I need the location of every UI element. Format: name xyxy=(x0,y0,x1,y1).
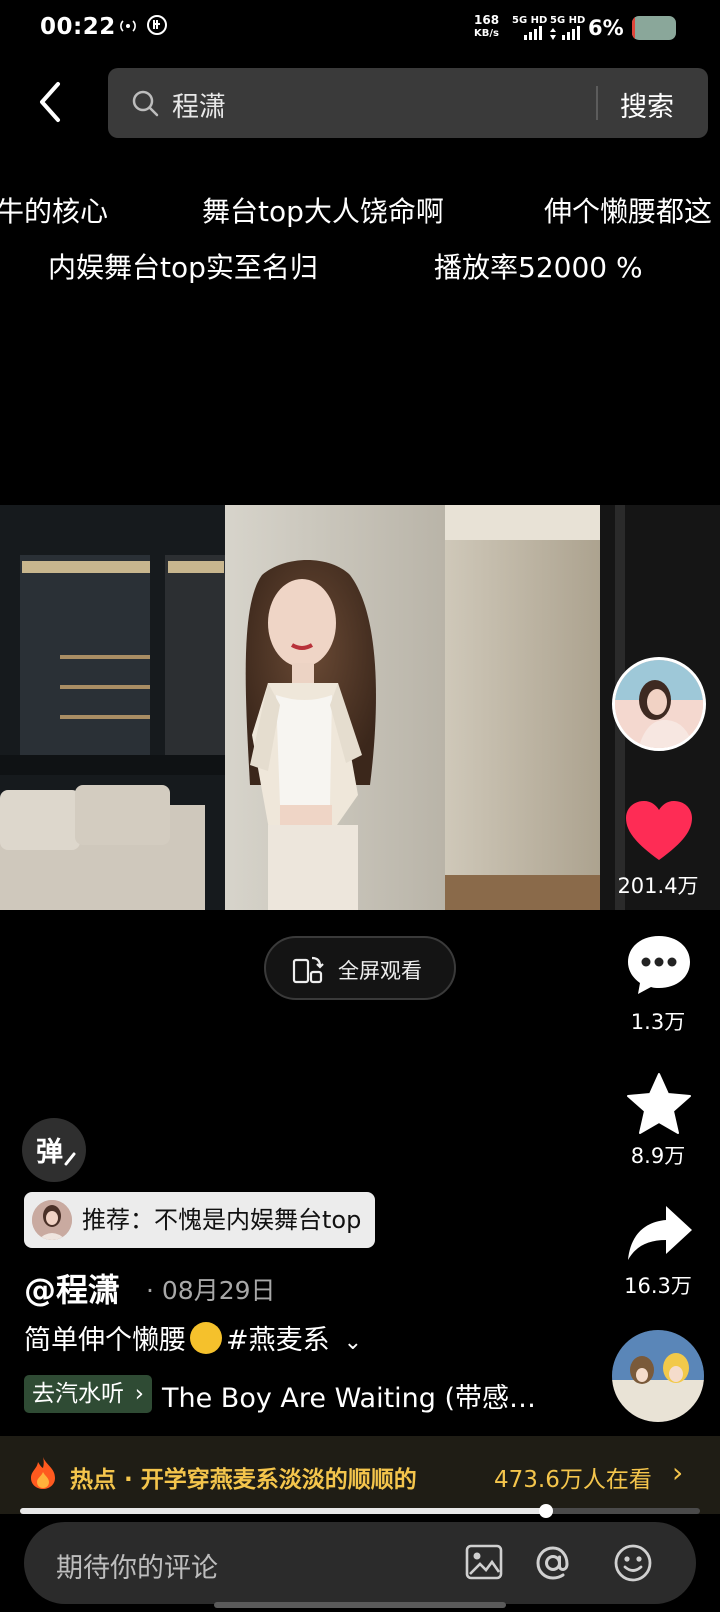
danmaku-item: 伸个懒腰都这 xyxy=(544,195,713,228)
progress-fill xyxy=(20,1508,547,1514)
like-count: 201.4万 xyxy=(617,874,699,898)
status-time: 00:22 xyxy=(40,14,116,40)
hotspot-icon xyxy=(118,18,138,38)
image-icon[interactable] xyxy=(464,1542,504,1582)
post-date: · 08月29日 xyxy=(146,1276,276,1305)
battery-icon xyxy=(632,16,676,40)
music-cover-image xyxy=(612,1330,704,1422)
author-name[interactable]: @程潇 xyxy=(24,1265,120,1311)
sim2-signal-icon: 5G HD xyxy=(550,15,585,43)
back-button[interactable] xyxy=(34,80,68,124)
search-divider xyxy=(596,86,598,120)
post-description[interactable]: 简单伸个懒腰 #燕麦系 ⌄ xyxy=(24,1318,362,1357)
chevron-right-icon: › xyxy=(134,1381,144,1407)
music-app-label: 去汽水听 xyxy=(32,1381,124,1407)
slash-icon xyxy=(64,1152,76,1166)
fullscreen-label: 全屏观看 xyxy=(338,959,422,983)
recommend-pill[interactable]: 推荐：不愧是内娱舞台top xyxy=(24,1192,376,1248)
danmaku-item: 内娱舞台top实至名归 xyxy=(48,251,318,284)
share-arrow-icon xyxy=(628,1206,692,1260)
comment-icon xyxy=(628,936,690,994)
music-disc[interactable] xyxy=(612,1330,704,1422)
progress-knob[interactable] xyxy=(539,1504,554,1518)
like-button[interactable] xyxy=(624,800,694,868)
hot-topic-viewers: 473.6万人在看 xyxy=(494,1467,652,1493)
recommend-text: 推荐：不愧是内娱舞台top xyxy=(82,1206,362,1234)
expand-chevron-icon[interactable]: ⌄ xyxy=(344,1330,362,1355)
hot-topic-label: 热点 · 开学穿燕麦系淡淡的顺顺的 xyxy=(70,1467,417,1493)
danmaku-toggle-button[interactable]: 弹 xyxy=(22,1118,86,1182)
yawn-emoji-icon xyxy=(190,1322,222,1354)
danmaku-toggle-label: 弹 xyxy=(36,1137,63,1168)
mention-icon[interactable] xyxy=(532,1542,574,1584)
comment-placeholder[interactable]: 期待你的评论 xyxy=(56,1546,218,1585)
hot-topic-chevron-icon: › xyxy=(672,1456,684,1489)
favorite-button[interactable] xyxy=(626,1072,692,1140)
hashtag[interactable]: #燕麦系 xyxy=(226,1325,330,1356)
battery-percent: 6% xyxy=(588,16,624,40)
search-button[interactable]: 搜索 xyxy=(620,85,674,124)
search-box[interactable]: 程潇 搜索 xyxy=(108,68,708,138)
comment-button[interactable] xyxy=(626,934,692,1000)
music-title: The Boy Are Waiting (带感… xyxy=(162,1383,537,1414)
rotate-screen-icon xyxy=(292,956,324,984)
author-avatar[interactable] xyxy=(612,657,706,751)
flame-icon xyxy=(31,1457,55,1489)
recommend-thumbnail xyxy=(32,1200,72,1240)
emoji-icon[interactable] xyxy=(612,1542,654,1584)
chevron-left-icon xyxy=(40,82,60,122)
description-text: 简单伸个懒腰 xyxy=(24,1325,186,1356)
share-button[interactable] xyxy=(626,1204,694,1266)
home-indicator[interactable] xyxy=(214,1602,506,1608)
search-icon xyxy=(132,90,159,117)
video-progress-bar[interactable] xyxy=(20,1504,700,1518)
favorite-count: 8.9万 xyxy=(630,1144,686,1168)
danmaku-item: 播放率52000 % xyxy=(434,251,643,284)
heart-icon xyxy=(626,801,692,860)
danmaku-item: 舞台top大人饶命啊 xyxy=(202,195,444,228)
search-input[interactable]: 程潇 xyxy=(172,85,226,124)
fullscreen-button[interactable]: 全屏观看 xyxy=(264,936,456,1000)
network-speed: 168 KB/s xyxy=(474,13,500,40)
hot-topic-bar[interactable]: 热点 · 开学穿燕麦系淡淡的顺顺的 473.6万人在看 › xyxy=(0,1436,720,1514)
danmaku-item: 牛的核心 xyxy=(0,195,109,228)
share-count: 16.3万 xyxy=(624,1274,692,1298)
star-icon xyxy=(627,1073,691,1134)
comment-input[interactable]: 期待你的评论 xyxy=(24,1522,696,1604)
status-bar: 00:22 168 KB/s 5G HD 5G HD 6% xyxy=(0,0,720,58)
music-app-tag[interactable]: 去汽水听 › xyxy=(24,1375,152,1413)
comment-count: 1.3万 xyxy=(630,1010,686,1034)
sim1-signal-icon: 5G HD xyxy=(512,15,547,43)
app-notification-icon xyxy=(146,14,168,40)
